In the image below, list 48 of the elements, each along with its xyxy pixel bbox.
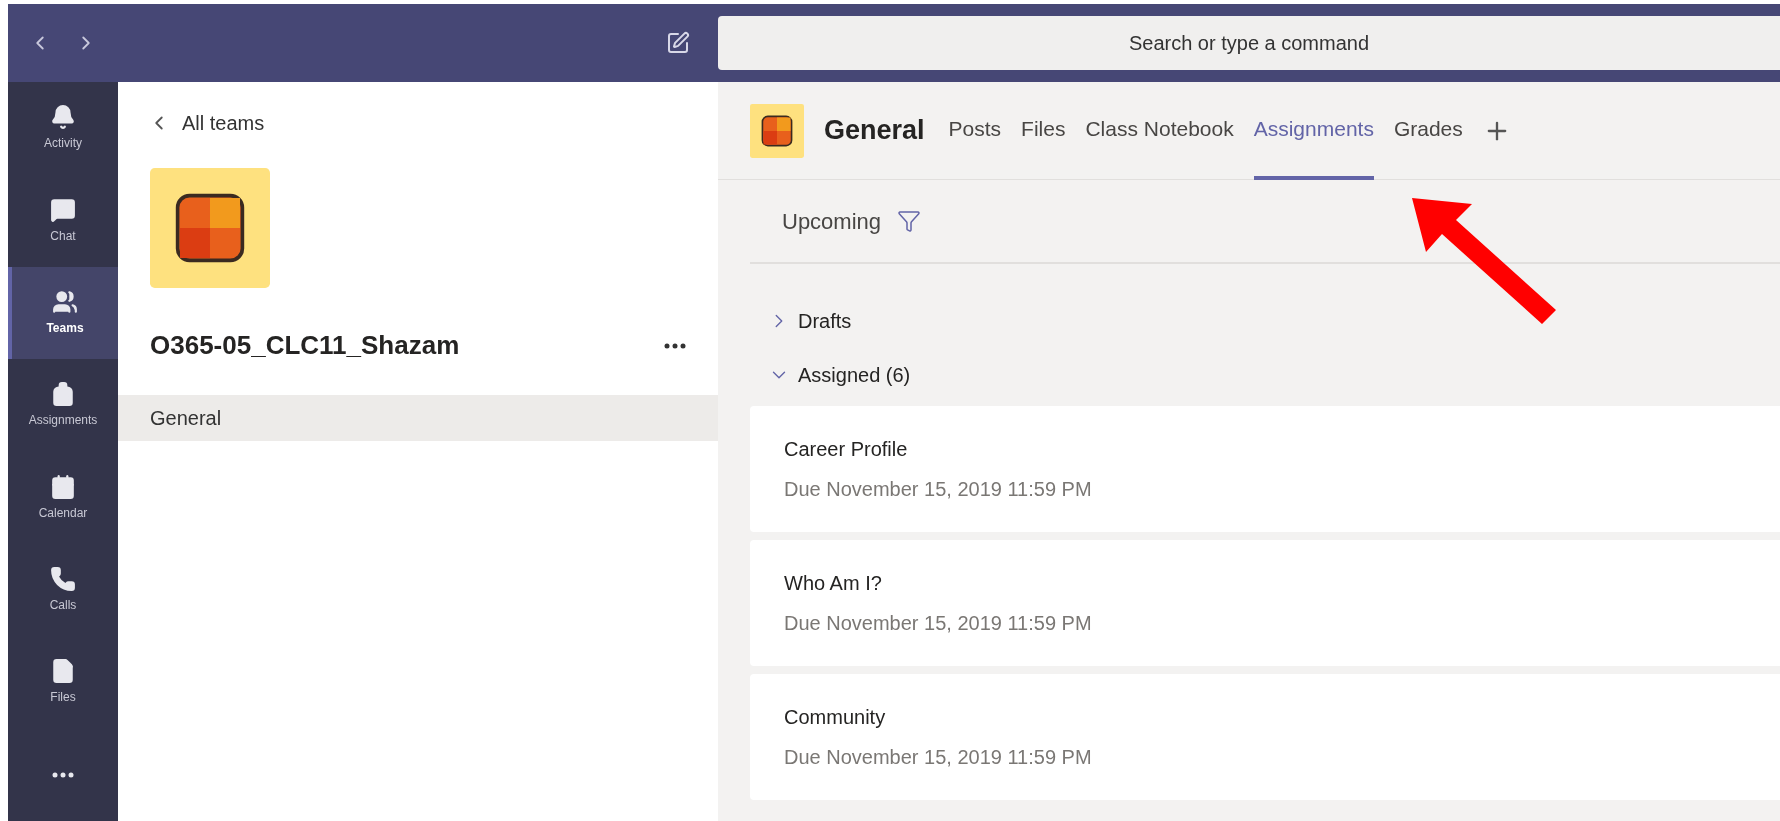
search-field[interactable]: Search or type a command — [718, 16, 1780, 70]
rail-label: Calendar — [38, 504, 88, 522]
channel-tab[interactable]: Assignments — [1253, 81, 1374, 180]
rail-label: Calls — [49, 597, 77, 615]
rail-item[interactable]: Chat — [8, 174, 118, 267]
assignment-card[interactable]: Career Profile Due November 15, 2019 11:59 PM — [750, 406, 1780, 532]
section-header[interactable]: Assigned (6) — [750, 348, 1780, 402]
backpack-icon — [50, 381, 76, 408]
assignment-title: Community — [784, 705, 887, 730]
channel-logo — [750, 103, 804, 158]
bell-icon — [50, 104, 76, 131]
more-icon[interactable] — [664, 342, 686, 349]
chat-icon — [50, 196, 76, 223]
rail-label: Activity — [44, 135, 82, 153]
section-header[interactable]: Drafts — [750, 294, 1780, 348]
assignment-due: Due November 15, 2019 11:59 PM — [784, 611, 1093, 636]
more-icon — [52, 771, 74, 778]
file-icon — [50, 658, 76, 685]
rail-item[interactable]: Activity — [8, 82, 118, 175]
assignment-card[interactable]: Who Am I? Due November 15, 2019 11:59 PM — [750, 540, 1780, 666]
compose-icon[interactable] — [666, 31, 690, 55]
all-teams-link[interactable]: All teams — [118, 82, 718, 138]
rail-item[interactable]: Calls — [8, 543, 118, 637]
team-name: O365-05_CLC11_Shazam — [150, 329, 460, 362]
channel-tab[interactable]: Class Notebook — [1085, 81, 1234, 180]
rail-item[interactable]: Calendar — [8, 451, 118, 544]
assignment-due: Due November 15, 2019 11:59 PM — [784, 477, 1093, 502]
rail-item[interactable]: Assignments — [8, 359, 118, 452]
rail-label: Files — [50, 689, 76, 707]
calendar-icon — [50, 473, 76, 500]
channel-title: General — [824, 114, 925, 148]
rail-label: Teams — [46, 319, 84, 337]
channel-item[interactable]: General — [118, 395, 718, 441]
assignment-card[interactable]: Community Due November 15, 2019 11:59 PM — [750, 674, 1780, 800]
rail-label: Chat — [50, 227, 76, 245]
channel-tab[interactable]: Posts — [948, 81, 1002, 180]
assignment-title: Who Am I? — [784, 571, 883, 596]
channel-tab[interactable]: Files — [1021, 81, 1066, 180]
rail-item[interactable]: Teams — [8, 266, 118, 360]
people-icon — [52, 288, 78, 315]
filter-label: Upcoming — [782, 207, 882, 236]
assignment-title: Career Profile — [784, 437, 909, 462]
channel-tab[interactable]: Grades — [1393, 81, 1463, 180]
filter-icon[interactable] — [897, 209, 922, 233]
phone-icon — [50, 566, 76, 593]
rail-item[interactable]: Files — [8, 636, 118, 729]
rail-label: Assignments — [28, 412, 98, 430]
assignment-due: Due November 15, 2019 11:59 PM — [784, 745, 1093, 770]
